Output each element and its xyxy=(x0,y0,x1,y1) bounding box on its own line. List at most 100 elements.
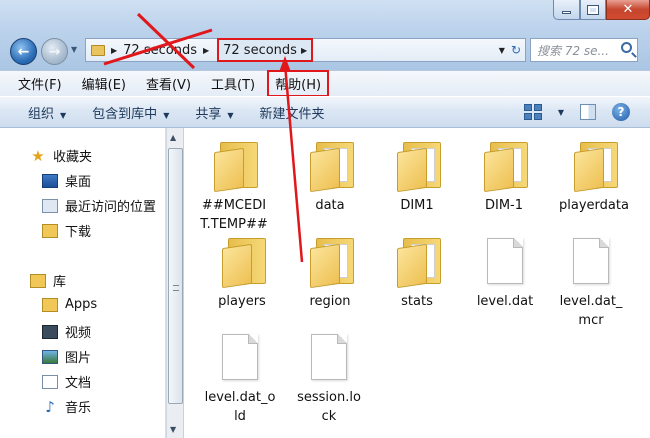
folder-item[interactable]: ##MCEDI T.TEMP## xyxy=(191,140,277,234)
file-item[interactable]: level.dat xyxy=(462,236,548,311)
nav-scrollbar[interactable]: ▲ ▼ xyxy=(166,128,183,438)
forward-arrow-icon: → xyxy=(48,43,61,60)
music-icon: ♪ xyxy=(45,397,55,416)
share-label: 共享 xyxy=(195,106,222,122)
folder-item[interactable]: stats xyxy=(374,236,460,311)
close-icon: ✕ xyxy=(622,2,634,17)
breadcrumb-separator-icon[interactable]: ▶ xyxy=(301,46,307,55)
scroll-up-icon[interactable]: ▲ xyxy=(170,133,176,142)
file-name-line: region xyxy=(309,294,351,309)
nav-label: 收藏夹 xyxy=(53,150,93,165)
file-name-line: level.dat xyxy=(476,294,534,309)
back-arrow-icon: ← xyxy=(17,43,30,60)
videos-icon xyxy=(42,324,58,339)
nav-documents[interactable]: 文档 xyxy=(42,372,91,391)
nav-recent[interactable]: 最近访问的位置 xyxy=(42,196,156,215)
folder-item[interactable]: data xyxy=(287,140,373,215)
recent-pages-dropdown[interactable]: ▼ xyxy=(71,45,77,54)
menu-view[interactable]: 查看(V) xyxy=(146,74,191,93)
menu-edit[interactable]: 编辑(E) xyxy=(82,74,126,93)
nav-libraries[interactable]: 库 xyxy=(30,271,66,290)
scroll-thumb[interactable] xyxy=(168,148,183,404)
pictures-icon xyxy=(42,349,58,364)
folder-item[interactable]: playerdata xyxy=(551,140,637,215)
folder-icon xyxy=(306,140,354,193)
nav-favorites[interactable]: ★ 收藏夹 xyxy=(30,146,92,165)
folder-icon xyxy=(393,140,441,193)
file-item[interactable]: level.dat_o ld xyxy=(197,332,283,426)
file-name-line: stats xyxy=(401,294,433,309)
menu-help[interactable]: 帮助(H) xyxy=(267,70,330,97)
folder-icon xyxy=(306,236,354,289)
search-input[interactable]: 搜索 72 se... xyxy=(530,38,638,62)
chevron-down-icon: ▼ xyxy=(60,110,67,120)
folder-icon xyxy=(480,140,528,193)
folder-item[interactable]: players xyxy=(199,236,285,311)
scroll-down-icon[interactable]: ▼ xyxy=(170,425,176,434)
more-options-icon[interactable]: ▼ xyxy=(558,108,564,117)
breadcrumb-current[interactable]: 72 seconds ▶ xyxy=(217,38,314,62)
file-item[interactable]: level.dat_ mcr xyxy=(548,236,634,330)
file-name-line: mcr xyxy=(578,313,604,328)
file-name-line: level.dat_ xyxy=(559,294,623,309)
downloads-folder-icon xyxy=(42,223,58,238)
star-icon: ★ xyxy=(31,146,45,165)
address-history-icon[interactable]: ▼ xyxy=(499,46,505,55)
folder-icon xyxy=(570,140,618,193)
scroll-grip xyxy=(173,285,179,291)
refresh-icon[interactable]: ↻ xyxy=(511,43,521,57)
maximize-icon xyxy=(587,4,599,15)
file-name-line: ##MCEDI xyxy=(201,198,267,213)
preview-pane-icon[interactable] xyxy=(580,104,596,120)
command-bar: 组织 ▼ 包含到库中 ▼ 共享 ▼ 新建文件夹 ▼ ? xyxy=(0,96,650,128)
folder-icon xyxy=(210,140,258,193)
nav-label: 文档 xyxy=(65,376,92,391)
nav-label: 库 xyxy=(53,275,67,290)
include-label: 包含到库中 xyxy=(92,106,158,122)
close-button[interactable]: ✕ xyxy=(606,0,650,20)
forward-button[interactable]: → xyxy=(41,38,68,65)
search-icon[interactable] xyxy=(621,42,632,53)
search-placeholder: 搜索 72 se... xyxy=(537,43,609,58)
chevron-down-icon: ▼ xyxy=(227,110,234,120)
nav-label: Apps xyxy=(65,297,98,312)
nav-apps[interactable]: Apps xyxy=(42,297,97,312)
breadcrumb-parent[interactable]: 72 seconds xyxy=(123,43,197,58)
nav-desktop[interactable]: 桌面 xyxy=(42,171,91,190)
menu-bar: 文件(F) 编辑(E) 查看(V) 工具(T) 帮助(H) xyxy=(0,70,650,97)
file-name-line: ck xyxy=(321,409,337,424)
change-view-icon[interactable] xyxy=(523,104,542,120)
file-name-line: players xyxy=(218,294,266,309)
navigation-pane: ★ 收藏夹 桌面 最近访问的位置 下载 库 Apps 视频 图片 文档 ♪ 音乐 xyxy=(0,128,166,438)
nav-music[interactable]: ♪ 音乐 xyxy=(42,397,91,416)
folder-item[interactable]: DIM1 xyxy=(374,140,460,215)
minimize-button[interactable] xyxy=(553,0,580,20)
recent-places-icon xyxy=(42,198,58,213)
chevron-down-icon: ▼ xyxy=(163,110,170,120)
menu-file[interactable]: 文件(F) xyxy=(18,74,62,93)
include-in-library-button[interactable]: 包含到库中 ▼ xyxy=(92,103,169,122)
address-bar[interactable]: ▶ 72 seconds ▶ 72 seconds ▶ ▼ ↻ xyxy=(85,38,526,62)
apps-folder-icon xyxy=(42,297,58,312)
back-button[interactable]: ← xyxy=(10,38,37,65)
organize-label: 组织 xyxy=(28,106,55,122)
file-item[interactable]: session.lo ck xyxy=(286,332,372,426)
help-icon[interactable]: ? xyxy=(612,103,630,121)
breadcrumb-separator-icon[interactable]: ▶ xyxy=(203,46,209,55)
share-button[interactable]: 共享 ▼ xyxy=(195,103,233,122)
nav-downloads[interactable]: 下载 xyxy=(42,221,91,240)
folder-icon xyxy=(218,236,266,289)
new-folder-button[interactable]: 新建文件夹 xyxy=(260,103,325,122)
nav-pictures[interactable]: 图片 xyxy=(42,347,91,366)
menu-tools[interactable]: 工具(T) xyxy=(211,74,255,93)
folder-item[interactable]: region xyxy=(287,236,373,311)
maximize-button[interactable] xyxy=(580,0,606,20)
folder-item[interactable]: DIM-1 xyxy=(461,140,547,215)
minimize-icon xyxy=(562,11,571,14)
nav-label: 桌面 xyxy=(65,175,92,190)
nav-label: 最近访问的位置 xyxy=(65,200,157,215)
documents-icon xyxy=(42,374,58,389)
nav-videos[interactable]: 视频 xyxy=(42,322,91,341)
organize-button[interactable]: 组织 ▼ xyxy=(28,103,66,122)
breadcrumb-separator-icon[interactable]: ▶ xyxy=(111,46,117,55)
